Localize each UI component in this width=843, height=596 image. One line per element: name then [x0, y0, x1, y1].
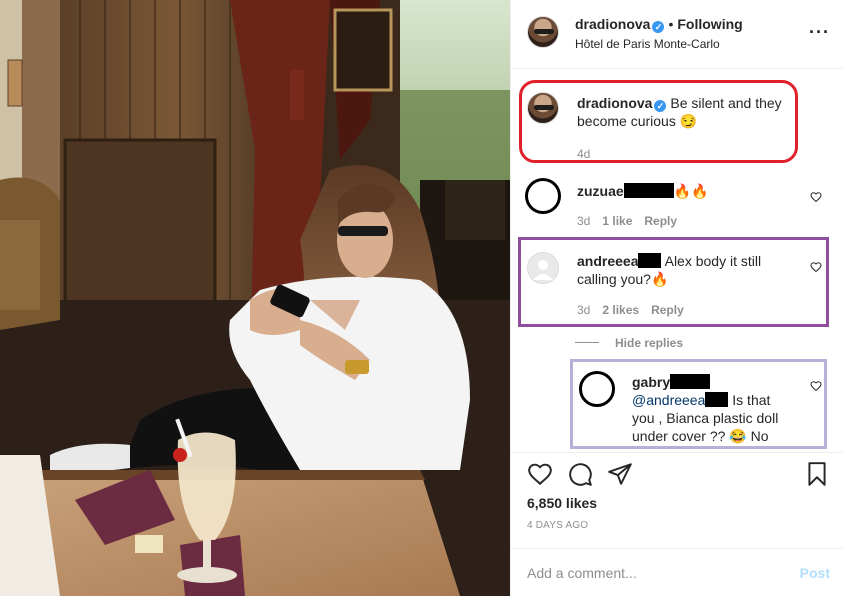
comment-likes[interactable]: 1 like — [602, 214, 632, 228]
post-timestamp: 4 DAYS AGO — [527, 520, 589, 531]
reply-button[interactable]: Reply — [644, 214, 677, 228]
avatar-glasses — [534, 29, 554, 34]
save-bookmark-icon[interactable] — [804, 461, 830, 487]
likes-count[interactable]: 6,850 likes — [527, 495, 597, 511]
share-paper-plane-icon[interactable] — [607, 461, 633, 487]
comment-age: 3d — [577, 214, 591, 228]
highlight-purple-box — [518, 237, 829, 327]
post-photo[interactable] — [0, 0, 510, 596]
post-header: dradionova ✓ • Following Hôtel de Paris Mon… — [511, 0, 843, 69]
following-button[interactable]: Following — [677, 16, 742, 32]
post-comment-button[interactable]: Post — [800, 565, 830, 581]
comments-section[interactable]: dradionova ✓ Be silent and they become cu… — [511, 70, 843, 452]
author-row: dradionova ✓ • Following — [575, 16, 743, 33]
author-username[interactable]: dradionova — [575, 16, 650, 32]
comment-text: zuzuae 🔥🔥 — [577, 182, 797, 200]
replies-line — [575, 342, 599, 343]
like-heart-icon[interactable] — [527, 461, 553, 487]
post-side-panel: dradionova ✓ • Following Hôtel de Paris Mon… — [510, 0, 843, 596]
post-photo-illustration — [0, 0, 510, 596]
redaction-box — [623, 183, 674, 198]
heart-icon[interactable] — [810, 191, 822, 203]
comment-bubble-icon[interactable] — [567, 461, 593, 487]
comment-username[interactable]: zuzuae — [577, 183, 624, 199]
comment-meta: 3d 1 like Reply — [577, 212, 689, 230]
add-comment-bar: Add a comment... Post — [511, 548, 843, 596]
highlight-lavender-box — [570, 359, 827, 449]
hide-replies-label: Hide replies — [615, 336, 684, 350]
comment-avatar[interactable] — [525, 178, 561, 214]
separator-dot: • — [668, 16, 674, 32]
verified-badge-icon: ✓ — [652, 21, 665, 33]
hide-replies-button[interactable]: Hide replies — [575, 336, 683, 350]
comment-body: 🔥🔥 — [673, 183, 709, 199]
author-avatar[interactable] — [527, 16, 559, 48]
more-options-icon[interactable]: ··· — [809, 22, 830, 43]
post-location[interactable]: Hôtel de Paris Monte-Carlo — [575, 37, 720, 51]
highlight-red-box — [519, 80, 798, 163]
post-actions: 6,850 likes 4 DAYS AGO — [511, 452, 843, 548]
add-comment-input[interactable]: Add a comment... — [527, 565, 637, 581]
